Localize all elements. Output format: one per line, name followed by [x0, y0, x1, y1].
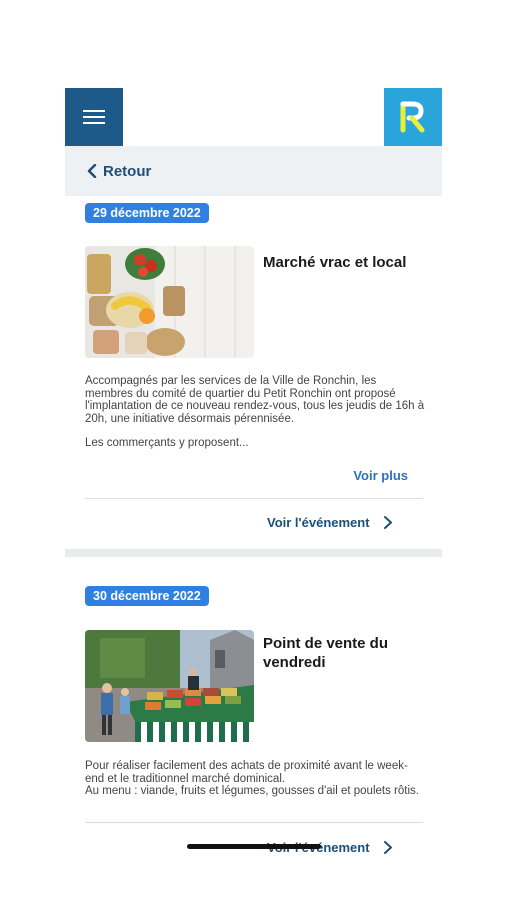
event-title[interactable]: Point de vente du vendredi — [263, 634, 433, 672]
event-description: Accompagnés par les services de la Ville… — [85, 375, 425, 450]
event-description: Pour réaliser facilement des achats de p… — [85, 760, 419, 798]
event-card: 30 décembre 2022 Point de vente du vendr… — [65, 550, 442, 870]
app-frame: Retour 29 décembre 2022 Marché vrac et l… — [65, 88, 442, 870]
event-card: 29 décembre 2022 Marché vrac et local Ac… — [65, 196, 442, 557]
menu-button[interactable] — [65, 88, 123, 146]
date-badge: 30 décembre 2022 — [85, 586, 209, 606]
event-image[interactable] — [85, 630, 254, 742]
event-image[interactable] — [85, 246, 254, 358]
view-event-label[interactable]: Voir l'événement — [267, 515, 370, 530]
top-bar — [65, 88, 442, 146]
chevron-left-icon — [87, 164, 97, 178]
ronchin-r-logo — [400, 101, 425, 133]
chevron-right-icon — [383, 841, 392, 854]
description-text: Accompagnés par les services de la Ville… — [85, 375, 425, 425]
back-bar[interactable]: Retour — [65, 146, 442, 196]
back-label[interactable]: Retour — [103, 163, 151, 180]
home-indicator[interactable] — [187, 844, 321, 849]
description-text-continued: Les commerçants y proposent... — [85, 437, 249, 450]
card-divider — [85, 498, 423, 499]
chevron-right-icon — [383, 516, 392, 529]
card-divider — [85, 822, 423, 823]
see-more-link[interactable]: Voir plus — [353, 468, 408, 483]
view-event-link[interactable]: Voir l'événement — [267, 515, 392, 530]
date-badge: 29 décembre 2022 — [85, 203, 209, 223]
event-title[interactable]: Marché vrac et local — [263, 253, 433, 272]
hamburger-icon — [83, 110, 105, 124]
app-logo[interactable] — [384, 88, 442, 146]
